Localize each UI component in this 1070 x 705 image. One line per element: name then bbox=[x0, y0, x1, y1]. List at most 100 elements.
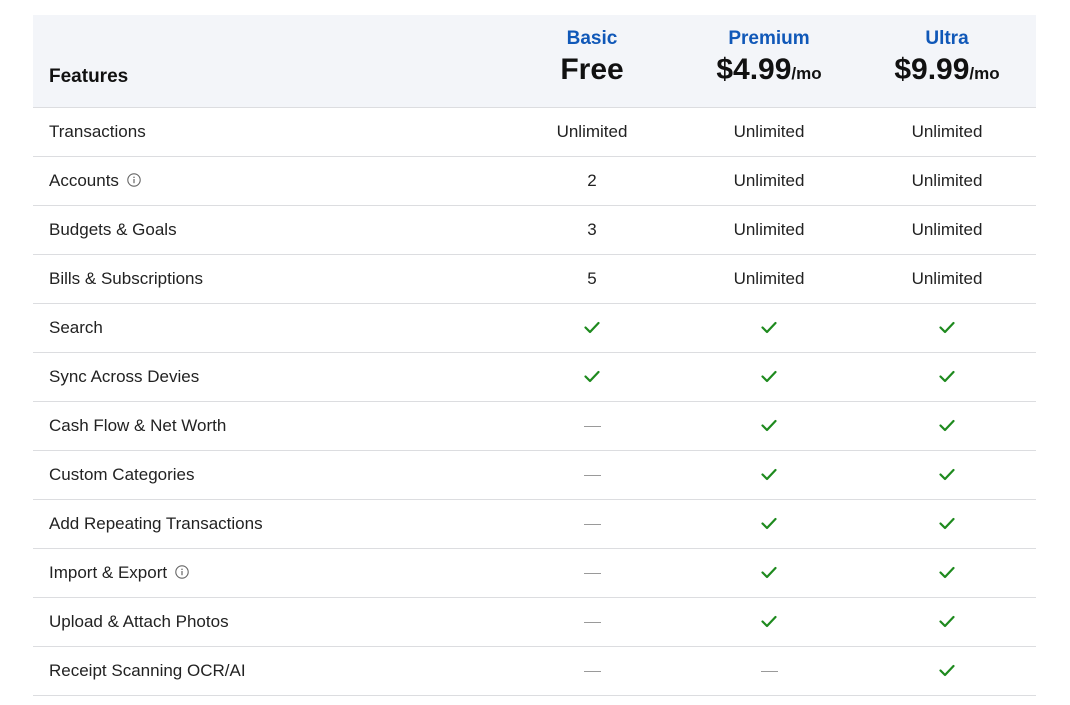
plan-price-amount: $9.99 bbox=[894, 53, 970, 86]
feature-name: Accounts bbox=[49, 171, 119, 190]
feature-label: Bills & Subscriptions bbox=[49, 255, 203, 303]
feature-label: Import & Export bbox=[49, 549, 189, 597]
cell-ultra-value: Unlimited bbox=[911, 269, 983, 288]
check-icon bbox=[761, 550, 777, 579]
check-icon bbox=[761, 452, 777, 481]
dash-icon bbox=[583, 573, 601, 575]
check-icon bbox=[939, 354, 955, 383]
cell-premium bbox=[680, 647, 858, 695]
info-circle-icon[interactable] bbox=[175, 550, 189, 579]
check-icon bbox=[761, 305, 777, 334]
feature-label: Receipt Scanning OCR/AI bbox=[49, 647, 246, 695]
table-row: Custom Categories bbox=[33, 451, 1036, 500]
feature-name: Upload & Attach Photos bbox=[49, 612, 229, 631]
feature-label: Transactions bbox=[49, 108, 146, 156]
cell-ultra bbox=[858, 304, 1036, 352]
plan-price-amount: Free bbox=[560, 53, 624, 86]
cell-ultra bbox=[858, 451, 1036, 499]
dash-icon bbox=[583, 475, 601, 477]
table-row: Bills & Subscriptions 5 Unlimited Unlimited bbox=[33, 255, 1036, 304]
check-icon bbox=[761, 403, 777, 432]
cell-basic-value: 5 bbox=[587, 269, 597, 288]
check-icon bbox=[939, 305, 955, 334]
cell-basic bbox=[503, 304, 681, 352]
plan-ultra-header: Ultra $9.99/mo bbox=[858, 27, 1036, 92]
info-circle-icon[interactable] bbox=[127, 158, 141, 187]
cell-ultra bbox=[858, 402, 1036, 450]
cell-basic-value: Unlimited bbox=[556, 122, 628, 141]
plan-price-amount: $4.99 bbox=[716, 53, 792, 86]
cell-ultra bbox=[858, 647, 1036, 695]
plan-name: Ultra bbox=[925, 28, 969, 49]
cell-premium bbox=[680, 598, 858, 646]
plan-price-period: /mo bbox=[969, 64, 1000, 83]
dash-icon bbox=[583, 524, 601, 526]
feature-label: Custom Categories bbox=[49, 451, 195, 499]
cell-basic-value: 2 bbox=[587, 171, 597, 190]
check-icon bbox=[761, 501, 777, 530]
cell-premium-value: Unlimited bbox=[733, 269, 805, 288]
feature-label: Cash Flow & Net Worth bbox=[49, 402, 226, 450]
cell-basic bbox=[503, 451, 681, 499]
cell-basic bbox=[503, 402, 681, 450]
feature-name: Custom Categories bbox=[49, 465, 195, 484]
check-icon bbox=[939, 403, 955, 432]
table-row: Cash Flow & Net Worth bbox=[33, 402, 1036, 451]
plan-price-period: /mo bbox=[791, 64, 822, 83]
check-icon bbox=[939, 648, 955, 677]
plan-premium-header: Premium $4.99/mo bbox=[680, 27, 858, 92]
features-column-header: Features bbox=[49, 66, 129, 87]
plan-price: $9.99/mo bbox=[858, 53, 1036, 92]
feature-name: Transactions bbox=[49, 122, 146, 141]
check-icon bbox=[761, 599, 777, 628]
feature-label: Search bbox=[49, 304, 103, 352]
feature-name: Search bbox=[49, 318, 103, 337]
feature-name: Bills & Subscriptions bbox=[49, 269, 204, 288]
cell-basic-value: 3 bbox=[587, 220, 597, 239]
feature-label: Sync Across Devies bbox=[49, 353, 199, 401]
check-icon bbox=[939, 599, 955, 628]
cell-premium bbox=[680, 353, 858, 401]
plan-price: $4.99/mo bbox=[680, 53, 858, 92]
cell-ultra bbox=[858, 353, 1036, 401]
cell-premium bbox=[680, 451, 858, 499]
check-icon bbox=[761, 354, 777, 383]
check-icon bbox=[939, 452, 955, 481]
cell-premium-value: Unlimited bbox=[733, 220, 805, 239]
feature-label: Accounts bbox=[49, 157, 141, 205]
feature-label: Upload & Attach Photos bbox=[49, 598, 229, 646]
table-row: Add Repeating Transactions bbox=[33, 500, 1036, 549]
table-row: Transactions Unlimited Unlimited Unlimited bbox=[33, 108, 1036, 157]
table-row: Upload & Attach Photos bbox=[33, 598, 1036, 647]
cell-premium bbox=[680, 304, 858, 352]
dash-icon bbox=[583, 426, 601, 428]
table-row: Import & Export bbox=[33, 549, 1036, 598]
cell-premium bbox=[680, 549, 858, 597]
cell-basic bbox=[503, 549, 681, 597]
feature-name: Cash Flow & Net Worth bbox=[49, 416, 227, 435]
cell-ultra bbox=[858, 598, 1036, 646]
dash-icon bbox=[760, 671, 778, 673]
check-icon bbox=[939, 550, 955, 579]
plan-name: Premium bbox=[728, 28, 810, 49]
check-icon bbox=[939, 501, 955, 530]
cell-ultra-value: Unlimited bbox=[911, 220, 983, 239]
feature-name: Receipt Scanning OCR/AI bbox=[49, 661, 246, 680]
cell-premium-value: Unlimited bbox=[733, 122, 805, 141]
plan-name: Basic bbox=[566, 28, 618, 49]
table-row: Budgets & Goals 3 Unlimited Unlimited bbox=[33, 206, 1036, 255]
check-icon bbox=[584, 354, 600, 383]
plan-basic-header: Basic Free bbox=[503, 27, 681, 92]
table-row: Accounts 2 Unlimited Unlimited bbox=[33, 157, 1036, 206]
cell-ultra-value: Unlimited bbox=[911, 122, 983, 141]
cell-premium-value: Unlimited bbox=[733, 171, 805, 190]
table-row: Search bbox=[33, 304, 1036, 353]
feature-name: Budgets & Goals bbox=[49, 220, 177, 239]
feature-label: Add Repeating Transactions bbox=[49, 500, 263, 548]
cell-ultra bbox=[858, 500, 1036, 548]
pricing-comparison-table: Features Basic Free Premium $4.99/mo Ult… bbox=[33, 15, 1036, 696]
dash-icon bbox=[583, 622, 601, 624]
table-header: Features Basic Free Premium $4.99/mo Ult… bbox=[33, 15, 1036, 108]
cell-basic bbox=[503, 500, 681, 548]
cell-premium bbox=[680, 500, 858, 548]
